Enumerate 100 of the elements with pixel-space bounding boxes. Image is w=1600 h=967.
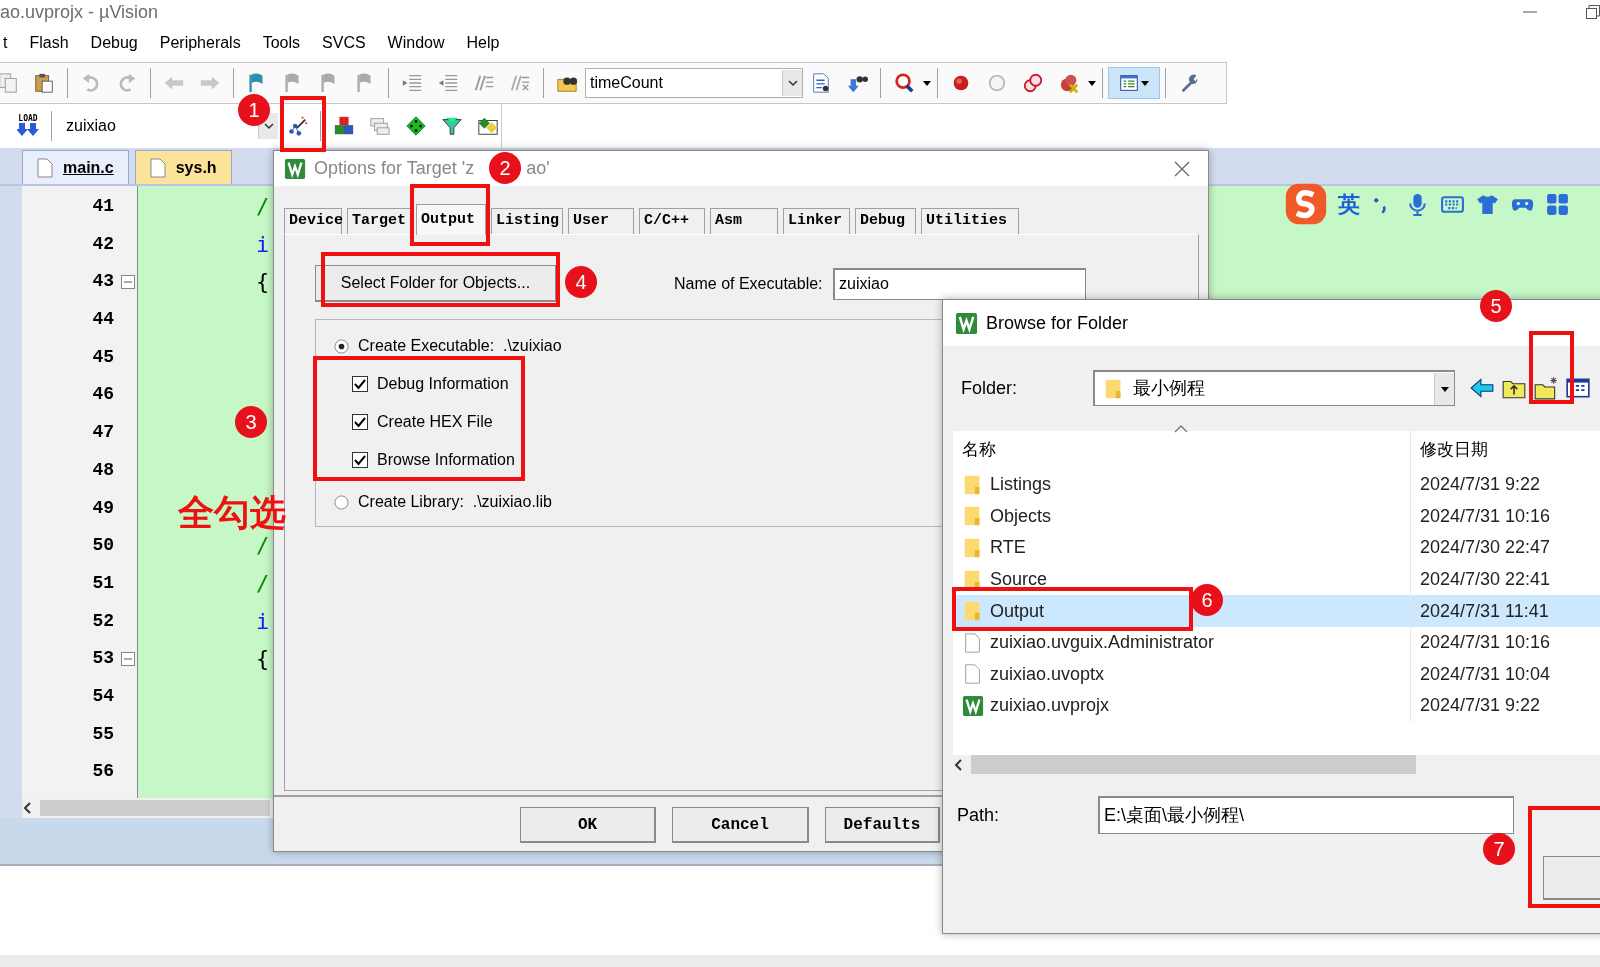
uncomment-icon[interactable]	[509, 72, 531, 94]
dialog-tab[interactable]: Asm	[710, 208, 778, 234]
scrollbar-thumb[interactable]	[40, 800, 270, 816]
diamond-icon[interactable]	[405, 115, 427, 137]
file-row[interactable]: zuixiao.uvoptx 2024/7/31 10:04	[953, 658, 1600, 691]
window-layout-icon[interactable]	[1118, 72, 1140, 94]
file-row[interactable]: Objects 2024/7/31 10:16	[953, 500, 1600, 533]
file-row[interactable]: zuixiao.uvguix.Administrator 2024/7/31 10:16	[953, 626, 1600, 659]
dropdown-icon[interactable]	[786, 77, 799, 89]
column-header[interactable]: 名称	[962, 437, 996, 463]
restore-icon[interactable]	[1586, 4, 1600, 20]
option-label: Create Library: .\zuixiao.lib	[358, 492, 552, 512]
editor-tab[interactable]: main.c	[22, 150, 129, 184]
dialog-tab[interactable]: User	[568, 208, 634, 234]
fold-icon[interactable]	[120, 652, 135, 667]
window-title: ao.uvprojx - µVision	[0, 0, 159, 24]
dialog-button[interactable]: OK	[520, 807, 656, 843]
file-name: Objects	[990, 504, 1052, 528]
file-icon	[149, 157, 166, 178]
checkbox[interactable]	[352, 414, 368, 430]
file-date: 2024/7/31 10:04	[1419, 662, 1551, 686]
dropdown-icon[interactable]	[262, 120, 275, 132]
menu-item[interactable]: Debug	[79, 31, 149, 55]
file-name: Source	[990, 568, 1048, 592]
magnifier-icon[interactable]	[893, 72, 915, 94]
dialog-button[interactable]	[1543, 856, 1600, 900]
circles-icon[interactable]	[1022, 72, 1044, 94]
executable-name-field[interactable]: zuixiao	[833, 267, 1086, 300]
close-icon[interactable]	[1173, 159, 1191, 178]
file-date: 2024/7/30 22:47	[1419, 536, 1551, 560]
document-icon[interactable]	[810, 72, 832, 94]
dialog-tab[interactable]: Target	[347, 208, 411, 234]
grid-icon[interactable]	[1545, 191, 1570, 217]
app-logo-icon	[284, 157, 306, 180]
code-text: /	[256, 570, 270, 596]
unindent-icon[interactable]	[437, 72, 459, 94]
dialog-tab[interactable]: Debug	[855, 208, 916, 234]
line-number: 47	[91, 421, 115, 445]
scroll-left-icon[interactable]	[953, 757, 965, 772]
file-name: Listings	[990, 473, 1052, 497]
fold-icon[interactable]	[120, 275, 135, 290]
menu-item[interactable]: t	[0, 31, 19, 55]
radio-button[interactable]	[334, 494, 349, 510]
field-label: Folder:	[961, 376, 1019, 400]
menu-item[interactable]: Help	[455, 31, 511, 55]
checkbox[interactable]	[352, 376, 368, 392]
file-name: zuixiao.uvprojx	[990, 694, 1110, 718]
file-row[interactable]: RTE 2024/7/30 22:47	[953, 532, 1600, 564]
code-text: {	[256, 269, 270, 295]
file-row[interactable]: zuixiao.uvprojx 2024/7/31 9:22	[953, 690, 1600, 722]
dialog-tab[interactable]: C/C++	[639, 208, 705, 234]
line-number: 49	[91, 496, 115, 520]
radio-button[interactable]	[334, 338, 349, 354]
file-row[interactable]: Listings 2024/7/31 9:22	[953, 469, 1600, 501]
new-folder-icon[interactable]	[1533, 375, 1559, 401]
dialog-tab[interactable]: Linker	[783, 208, 850, 234]
download-arrows-icon[interactable]	[17, 123, 39, 137]
magic-wand-icon[interactable]	[286, 115, 308, 137]
line-number: 48	[91, 458, 115, 482]
line-number: 50	[91, 534, 115, 558]
sort-icon[interactable]	[1174, 425, 1188, 433]
checkbox[interactable]	[352, 452, 368, 468]
menu-item[interactable]: Window	[376, 31, 456, 55]
folder-dropdown[interactable]: 最小例程	[1093, 370, 1455, 406]
menu-item[interactable]: SVCS	[311, 31, 377, 55]
dialog-title: Browse for Folder	[986, 311, 1129, 335]
dialog-tab[interactable]: Device	[284, 208, 342, 234]
dialog-tab[interactable]: Listing	[491, 208, 563, 234]
dialog-tab[interactable]: Output	[416, 204, 486, 235]
paste-icon[interactable]	[33, 72, 55, 94]
menu-item[interactable]: Flash	[18, 31, 80, 55]
breakpoint-remove-icon[interactable]	[1058, 72, 1080, 94]
path-field[interactable]: E:\桌面\最小例程\	[1098, 796, 1514, 834]
layout-button[interactable]	[1108, 67, 1160, 99]
dialog-title: ao'	[526, 157, 550, 180]
back-arrow-icon[interactable]	[1469, 375, 1495, 401]
file-date: 2024/7/30 22:41	[1419, 568, 1551, 592]
field-label: Path:	[957, 803, 1001, 827]
dialog-tab[interactable]: Utilities	[921, 208, 1019, 234]
line-number: 41	[91, 195, 115, 218]
scrollbar-thumb[interactable]	[971, 755, 1416, 774]
indent-icon[interactable]	[401, 72, 423, 94]
column-header[interactable]: 修改日期	[1420, 440, 1488, 460]
funnel-icon[interactable]	[441, 115, 463, 137]
comment-icon[interactable]	[473, 72, 495, 94]
select-folder-button[interactable]: Select Folder for Objects...	[315, 265, 557, 302]
dialog-title: Options for Target 'z	[314, 157, 475, 180]
editor-tab[interactable]: sys.h	[134, 150, 232, 184]
diamonds-icon[interactable]	[477, 115, 499, 137]
dialog-button[interactable]: Defaults	[825, 807, 940, 843]
find-combo[interactable]: timeCount	[585, 68, 803, 98]
option-label: Create HEX File	[377, 412, 493, 432]
menu-item[interactable]: Tools	[251, 31, 312, 55]
blocks-icon[interactable]	[333, 115, 355, 137]
dialog-button[interactable]: Cancel	[672, 807, 809, 843]
app-logo-icon	[962, 693, 984, 718]
line-number: 56	[91, 760, 115, 784]
menu-item[interactable]: Peripherals	[148, 31, 252, 55]
scroll-left-icon[interactable]	[22, 801, 34, 815]
input-mode-toggle[interactable]: 英	[1338, 187, 1360, 221]
